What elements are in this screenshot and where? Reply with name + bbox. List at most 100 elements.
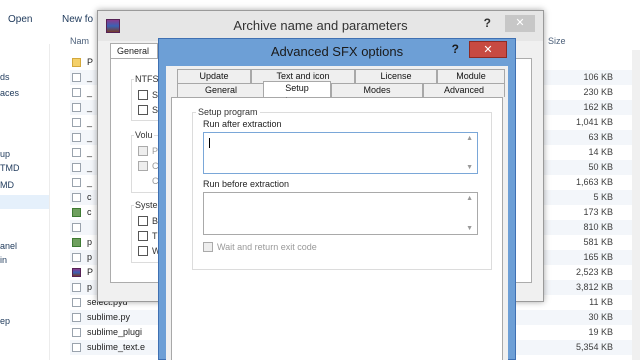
file-size: 1,663 KB [575,177,613,187]
file-name: sublime.py [87,312,131,322]
close-button[interactable]: ✕ [505,15,535,32]
tab-general[interactable]: General [110,43,158,59]
nav-item[interactable]: anel [0,241,17,251]
file-size: 63 KB [588,132,613,142]
file-name: _ [87,162,93,172]
scroll-down-icon[interactable]: ▼ [466,164,473,171]
setup-tab-panel: Setup program Run after extraction ▲ ▼ R… [171,97,503,360]
scroll-down-icon[interactable]: ▼ [466,225,473,232]
nav-item[interactable]: ep [0,316,10,326]
system-option-checkbox-2[interactable] [138,231,148,241]
nav-item[interactable]: up [0,149,10,159]
nav-item[interactable]: aces [0,88,19,98]
green-icon [72,208,81,217]
file-icon [72,133,81,142]
name-column-header[interactable]: Nam [70,36,89,46]
file-size: 3,812 KB [575,282,613,292]
sfx-dialog-client: Update Text and icon License Module Gene… [166,66,508,360]
scroll-up-icon[interactable]: ▲ [466,135,473,142]
run-before-extraction-field[interactable]: ▲ ▼ [203,192,478,235]
close-button[interactable]: ✕ [469,41,507,58]
file-size: 581 KB [583,237,613,247]
file-icon [72,118,81,127]
file-icon [72,298,81,307]
file-size: 1,041 KB [575,117,613,127]
tab-row-front: General Setup Modes Advanced [172,81,505,97]
file-icon [72,283,81,292]
file-icon [72,193,81,202]
advanced-sfx-options-dialog: Advanced SFX options ? ✕ Update Text and… [158,38,516,360]
tab-advanced[interactable]: Advanced [423,83,505,97]
file-name: _ [87,177,93,187]
file-size: 810 KB [583,222,613,232]
text-caret [209,138,210,148]
tab-modes[interactable]: Modes [331,83,423,97]
volume-option-checkbox-2[interactable] [138,161,148,171]
file-name: _ [87,132,93,142]
rar-icon [72,268,81,277]
volume-group-label: Volu [134,130,154,140]
file-name: c [87,207,92,217]
wait-and-return-exit-code-label: Wait and return exit code [217,242,317,252]
file-size: 2,523 KB [575,267,613,277]
archive-dialog-title: Archive name and parameters [233,18,408,33]
file-icon [72,178,81,187]
file-size: 173 KB [583,207,613,217]
folder-icon [72,58,81,67]
system-group-label: Syste [134,200,159,210]
help-button[interactable]: ? [484,16,491,30]
file-name: P [87,57,94,67]
sfx-dialog-title: Advanced SFX options [270,44,404,59]
tab-update[interactable]: Update [177,69,251,83]
file-name: _ [87,87,93,97]
volume-option-checkbox-1[interactable] [138,146,148,156]
setup-program-group: Setup program Run after extraction ▲ ▼ R… [192,107,492,270]
new-folder-button[interactable]: New fo [62,14,93,25]
file-size: 19 KB [588,327,613,337]
file-size: 30 KB [588,312,613,322]
file-size: 230 KB [583,87,613,97]
tab-setup[interactable]: Setup [263,81,331,97]
tab-license[interactable]: License [355,69,437,83]
archive-dialog-titlebar[interactable]: Archive name and parameters ? ✕ [98,11,543,41]
file-name: _ [87,72,93,82]
file-icon [72,148,81,157]
file-size: 5 KB [593,192,613,202]
nav-item[interactable]: ds [0,72,10,82]
file-list-scrollbar[interactable] [632,50,640,360]
file-icon [72,223,81,232]
nav-item[interactable]: in [0,255,7,265]
ntfs-option-checkbox-1[interactable] [138,90,148,100]
run-after-extraction-label: Run after extraction [203,119,282,129]
size-column-header[interactable]: Size [548,36,566,46]
ntfs-option-checkbox-2[interactable] [138,105,148,115]
file-icon [72,88,81,97]
open-button[interactable]: Open [8,14,32,25]
file-icon [72,328,81,337]
scroll-up-icon[interactable]: ▲ [466,195,473,202]
tab-module[interactable]: Module [437,69,505,83]
file-name: p [87,252,93,262]
run-before-extraction-label: Run before extraction [203,179,290,189]
file-size: 165 KB [583,252,613,262]
sfx-dialog-titlebar[interactable]: Advanced SFX options ? ✕ [159,39,515,63]
file-icon [72,253,81,262]
nav-item[interactable] [0,195,49,209]
run-after-extraction-field[interactable]: ▲ ▼ [203,132,478,174]
file-name: p [87,282,93,292]
file-name: sublime_text.e [87,342,146,352]
file-name: _ [87,147,93,157]
file-size: 5,354 KB [575,342,613,352]
tab-general[interactable]: General [177,83,265,97]
file-size: 162 KB [583,102,613,112]
file-size: 11 KB [589,297,613,307]
wait-and-return-exit-code-checkbox[interactable] [203,242,213,252]
system-option-checkbox-3[interactable] [138,246,148,256]
system-option-checkbox-1[interactable] [138,216,148,226]
nav-item[interactable]: TMD [0,163,20,173]
file-icon [72,313,81,322]
file-name: sublime_plugi [87,327,143,337]
ntfs-group-label: NTFS [134,74,160,84]
help-button[interactable]: ? [452,42,459,56]
nav-item[interactable]: MD [0,180,14,190]
